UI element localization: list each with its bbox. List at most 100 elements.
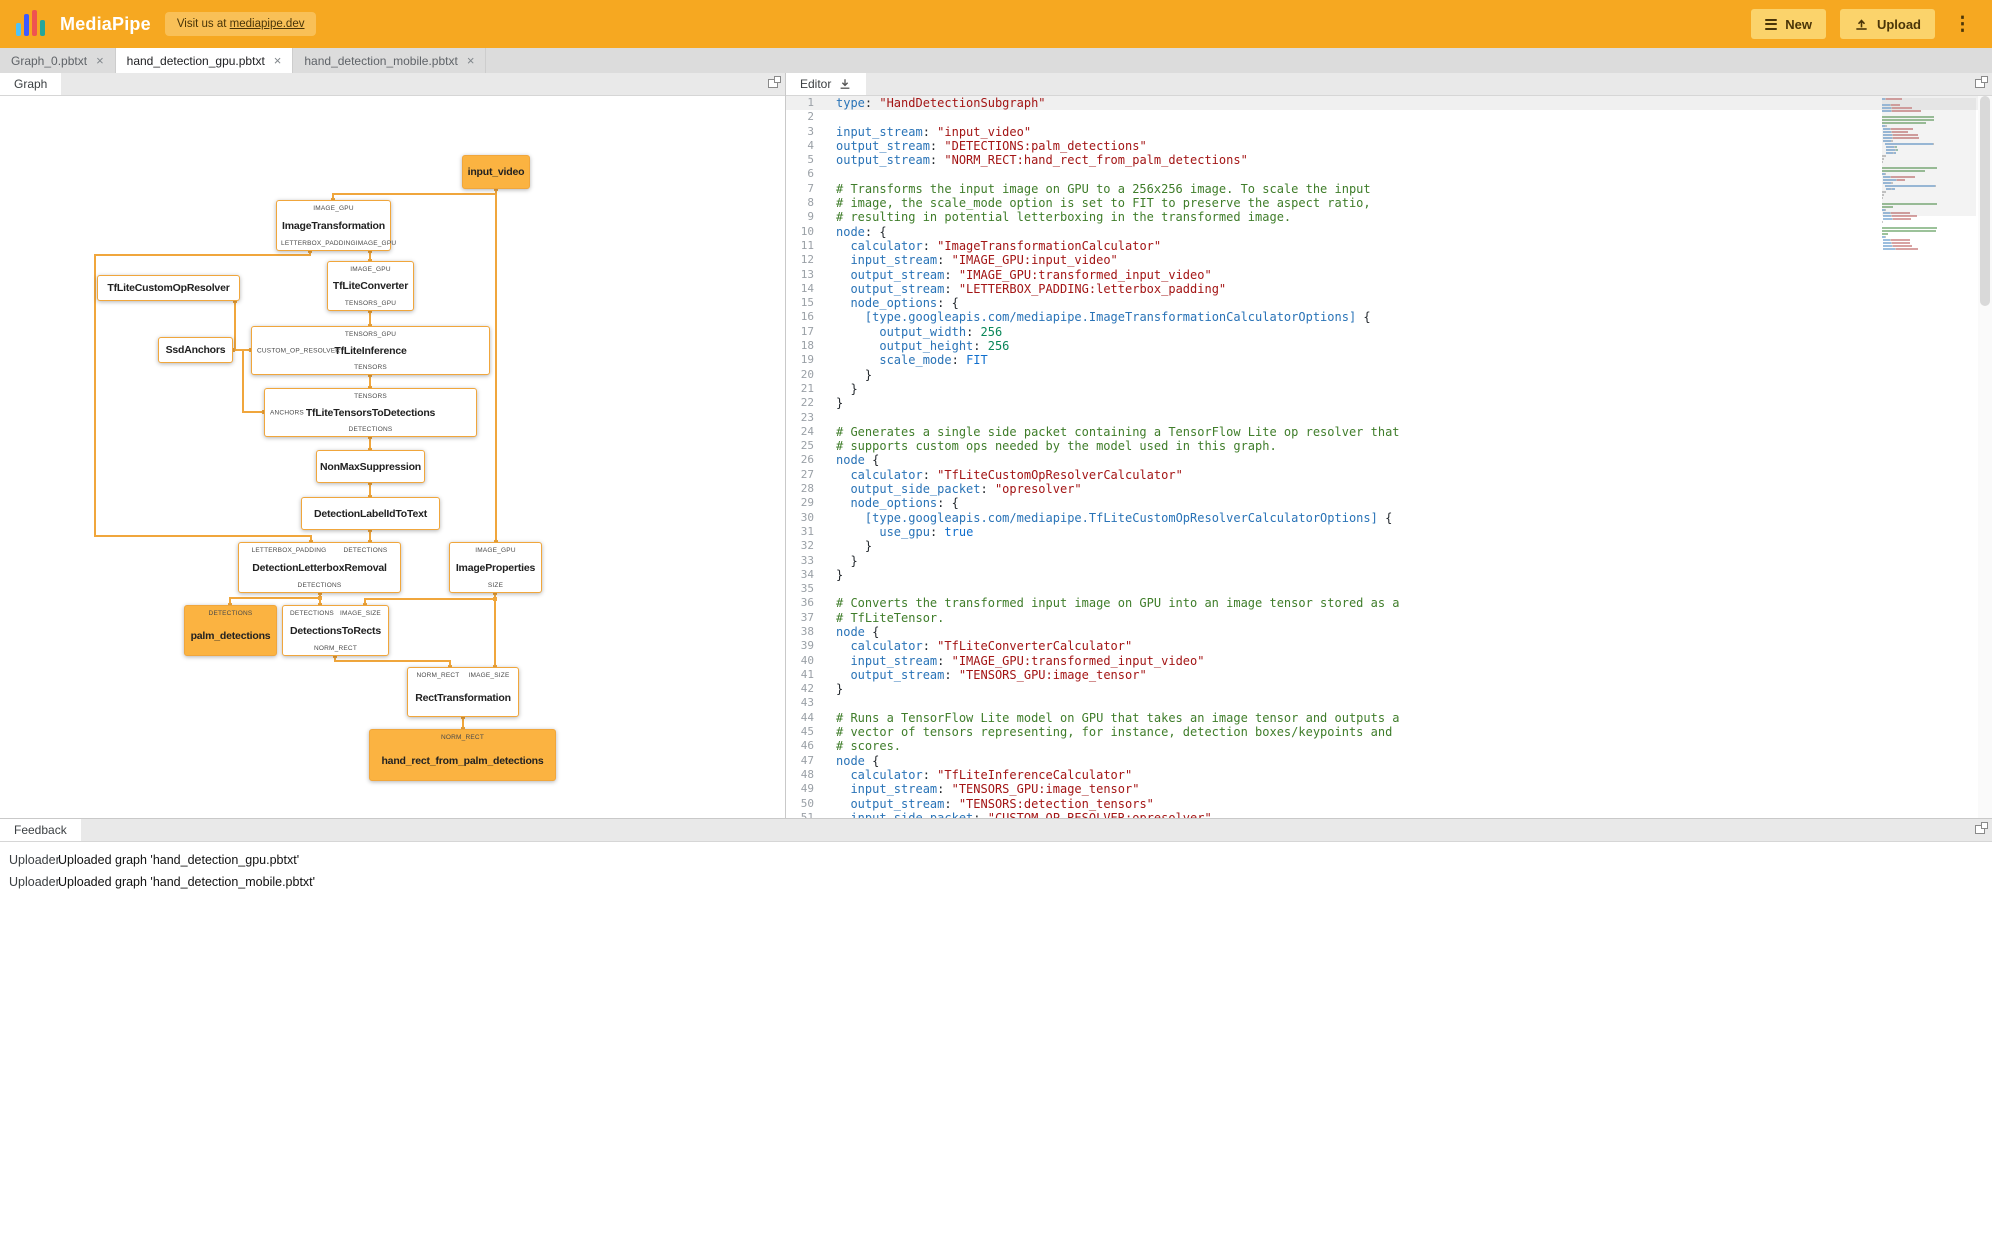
editor-tab-label: Editor [800, 77, 832, 91]
new-button[interactable]: New [1751, 9, 1826, 39]
tab-close-icon[interactable]: × [467, 54, 475, 67]
line-number: 21 [800, 381, 814, 395]
graph-node-SsdAnchors[interactable]: SsdAnchors [158, 337, 233, 363]
line-content: output_height: 256 [879, 339, 1010, 354]
code-line: 6 [786, 167, 1992, 181]
line-number: 38 [800, 624, 814, 638]
new-button-label: New [1785, 16, 1812, 32]
line-number: 3 [807, 124, 814, 138]
node-title: DetectionsToRects [290, 624, 381, 637]
graph-node-RectTransformation[interactable]: NORM_RECT IMAGE_SIZE RectTransformation [407, 667, 519, 717]
port-label: IMAGE_GPU [313, 204, 354, 212]
upload-button-label: Upload [1876, 16, 1921, 32]
code-editor[interactable]: 1 type: "HandDetectionSubgraph" 2 3 input_st… [786, 96, 1992, 818]
line-number: 12 [800, 253, 814, 267]
visit-prefix: Visit us at [176, 18, 230, 30]
graph-node-NonMaxSuppression[interactable]: NonMaxSuppression [316, 450, 425, 483]
feedback-entry: Uploader Uploaded graph 'hand_detection_g… [9, 849, 1983, 871]
mediapipe-link[interactable]: mediapipe.dev [230, 18, 305, 30]
graph-node-TfLiteTensorsToDetections[interactable]: TENSORS ANCHORS TfLiteTensorsToDetections D… [264, 388, 477, 437]
node-title: palm_detections [190, 630, 271, 642]
code-line: 35 [786, 582, 1992, 596]
tab-close-icon[interactable]: × [96, 54, 104, 67]
node-body: DetectionsToRects [283, 617, 388, 644]
tab-close-icon[interactable]: × [274, 54, 282, 67]
code-line: 29 node_options: { [786, 496, 1992, 510]
tab-editor[interactable]: Editor [786, 73, 867, 95]
kebab-menu-icon[interactable]: ⋮ [1949, 13, 1976, 36]
node-title: TfLiteInference [334, 344, 407, 357]
line-number: 22 [800, 396, 814, 410]
node-bottom-ports: SIZE [450, 581, 541, 592]
graph-node-TfLiteCustomOpResolver[interactable]: TfLiteCustomOpResolver [97, 275, 240, 301]
code-line: 18 output_height: 256 [786, 339, 1992, 353]
node-body: CUSTOM_OP_RESOLVER TfLiteInference [252, 338, 489, 363]
node-body: TfLiteCustomOpResolver [98, 276, 239, 300]
editor-subtab-strip: Editor [786, 73, 1992, 96]
graph-node-DetectionLabelIdToText[interactable]: DetectionLabelIdToText [301, 497, 440, 530]
line-number: 6 [807, 167, 814, 181]
line-number: 7 [807, 181, 814, 195]
line-content: calculator: "ImageTransformationCalculat… [850, 238, 1162, 253]
graph-node-DetectionLetterboxRemoval[interactable]: LETTERBOX_PADDING DETECTIONS DetectionLett… [238, 542, 401, 593]
document-tab[interactable]: hand_detection_gpu.pbtxt × [115, 48, 294, 73]
graph-node-ImageProperties[interactable]: IMAGE_GPU ImageProperties SIZE [449, 542, 542, 593]
line-content: node { [836, 624, 880, 639]
tab-feedback[interactable]: Feedback [0, 819, 81, 841]
line-number: 18 [800, 339, 814, 353]
port-label: LETTERBOX_PADDING [281, 240, 356, 247]
popout-icon[interactable] [1975, 76, 1988, 88]
node-body: DetectionLetterboxRemoval [239, 554, 400, 581]
line-content: [type.googleapis.com/mediapipe.TfLiteCus… [864, 510, 1393, 525]
app-header: MediaPipe Visit us at mediapipe.dev New … [0, 0, 1992, 48]
line-content: input_side_packet: "CUSTOM_OP_RESOLVER:o… [850, 810, 1212, 818]
node-body: DetectionLabelIdToText [302, 498, 439, 529]
code-line: 10 node: { [786, 225, 1992, 239]
port-label: NORM_RECT [416, 671, 460, 679]
minimap-slider[interactable] [1882, 98, 1976, 216]
popout-icon[interactable] [1975, 822, 1988, 834]
download-icon[interactable] [838, 77, 852, 91]
port-label: LETTERBOX_PADDING [251, 546, 327, 554]
upload-button[interactable]: Upload [1839, 9, 1935, 39]
line-content: node { [836, 753, 880, 768]
popout-icon[interactable] [768, 76, 781, 88]
graph-node-input_video[interactable]: input_video [462, 155, 530, 189]
line-number: 39 [800, 639, 814, 653]
line-number: 33 [800, 553, 814, 567]
graph-node-TfLiteInference[interactable]: TENSORS_GPU CUSTOM_OP_RESOLVER TfLiteInfer… [251, 326, 490, 375]
document-tabs: Graph_0.pbtxt × hand_detection_gpu.pbtxt × h… [0, 48, 1992, 73]
line-content: # Transforms the input image on GPU to a… [836, 181, 1371, 196]
code-line: 38 node { [786, 625, 1992, 639]
editor-scrollbar-thumb[interactable] [1980, 96, 1990, 306]
line-number: 19 [800, 353, 814, 367]
mediapipe-logo [16, 9, 46, 39]
node-title: ImageProperties [455, 561, 536, 574]
editor-scrollbar[interactable] [1978, 96, 1992, 818]
code-line: 4 output_stream: "DETECTIONS:palm_detecti… [786, 139, 1992, 153]
graph-node-DetectionsToRects[interactable]: DETECTIONS IMAGE_SIZE DetectionsToRects NOR… [282, 605, 389, 656]
minimap-line [1882, 227, 1976, 229]
node-title: DetectionLabelIdToText [313, 507, 428, 520]
graph-node-palm_detections[interactable]: DETECTIONS palm_detections [184, 605, 277, 656]
app-title: MediaPipe [60, 13, 151, 34]
line-number: 23 [800, 410, 814, 424]
document-tab[interactable]: Graph_0.pbtxt × [0, 48, 116, 73]
line-content [824, 411, 836, 425]
code-line: 9 # resulting in potential letterboxing i… [786, 210, 1992, 224]
node-title: hand_rect_from_palm_detections [381, 754, 544, 767]
line-content: calculator: "TfLiteInferenceCalculator" [850, 767, 1133, 782]
line-content: type: "HandDetectionSubgraph" [836, 96, 1046, 110]
code-line: 24 # Generates a single side packet conta… [786, 425, 1992, 439]
minimap[interactable] [1882, 98, 1976, 818]
graph-node-hand_rect_from_palm_detections[interactable]: NORM_RECT hand_rect_from_palm_detections [369, 729, 556, 781]
node-body: ANCHORS TfLiteTensorsToDetections [265, 400, 476, 425]
graph-node-ImageTransformation[interactable]: IMAGE_GPU ImageTransformation LETTERBOX_PA… [276, 200, 396, 251]
graph-canvas[interactable]: input_video IMAGE_GPU ImageTransformation L… [0, 96, 785, 818]
port-label: SIZE [487, 582, 504, 589]
document-tab[interactable]: hand_detection_mobile.pbtxt × [293, 48, 487, 73]
graph-node-TfLiteConverter[interactable]: IMAGE_GPU TfLiteConverter TENSORS_GPU [327, 261, 414, 311]
tab-graph[interactable]: Graph [0, 73, 62, 95]
code-line: 40 input_stream: "IMAGE_GPU:transformed_… [786, 654, 1992, 668]
node-title: input_video [467, 166, 525, 178]
